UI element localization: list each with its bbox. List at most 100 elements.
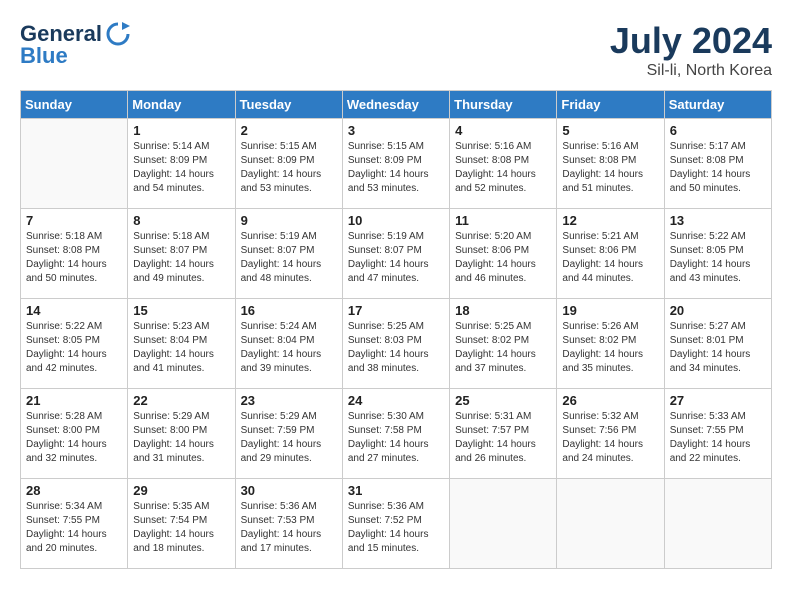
day-info: Sunrise: 5:18 AM Sunset: 8:08 PM Dayligh… <box>26 230 122 286</box>
day-number: 9 <box>241 213 337 228</box>
weekday-header: Thursday <box>450 91 557 119</box>
calendar-week-row: 21Sunrise: 5:28 AM Sunset: 8:00 PM Dayli… <box>21 389 772 479</box>
day-info: Sunrise: 5:32 AM Sunset: 7:56 PM Dayligh… <box>562 410 658 466</box>
day-number: 24 <box>348 393 444 408</box>
page-header: General Blue July 2024 Sil-li, North Kor… <box>20 20 772 80</box>
calendar-day-cell: 11 Sunrise: 5:20 AM Sunset: 8:06 PM Dayli… <box>450 209 557 299</box>
weekday-header: Tuesday <box>235 91 342 119</box>
calendar-day-cell: 5Sunrise: 5:16 AM Sunset: 8:08 PM Daylig… <box>557 119 664 209</box>
day-number: 1 <box>133 123 229 138</box>
calendar-day-cell: 21Sunrise: 5:28 AM Sunset: 8:00 PM Dayli… <box>21 389 128 479</box>
day-number: 16 <box>241 303 337 318</box>
day-number: 14 <box>26 303 122 318</box>
day-number: 10 <box>348 213 444 228</box>
calendar-day-cell: 16 Sunrise: 5:24 AM Sunset: 8:04 PM Dayli… <box>235 299 342 389</box>
day-number: 5 <box>562 123 658 138</box>
logo: General Blue <box>20 20 132 68</box>
day-number: 31 <box>348 483 444 498</box>
day-number: 21 <box>26 393 122 408</box>
day-info: Sunrise: 5:29 AM Sunset: 8:00 PM Dayligh… <box>133 410 229 466</box>
calendar-day-cell <box>450 479 557 569</box>
day-info: Sunrise: 5:18 AM Sunset: 8:07 PM Dayligh… <box>133 230 229 286</box>
calendar-day-cell: 10Sunrise: 5:19 AM Sunset: 8:07 PM Dayli… <box>342 209 449 299</box>
day-info: Sunrise: 5:24 AM Sunset: 8:04 PM Dayligh… <box>241 320 337 376</box>
calendar-day-cell: 23Sunrise: 5:29 AM Sunset: 7:59 PM Dayli… <box>235 389 342 479</box>
day-info: Sunrise: 5:19 AM Sunset: 8:07 PM Dayligh… <box>241 230 337 286</box>
day-info: Sunrise: 5:26 AM Sunset: 8:02 PM Dayligh… <box>562 320 658 376</box>
day-info: Sunrise: 5:30 AM Sunset: 7:58 PM Dayligh… <box>348 410 444 466</box>
weekday-header: Monday <box>128 91 235 119</box>
weekday-header: Wednesday <box>342 91 449 119</box>
day-info: Sunrise: 5:15 AM Sunset: 8:09 PM Dayligh… <box>241 140 337 196</box>
day-number: 7 <box>26 213 122 228</box>
calendar-day-cell: 18 Sunrise: 5:25 AM Sunset: 8:02 PM Dayli… <box>450 299 557 389</box>
day-number: 3 <box>348 123 444 138</box>
day-info: Sunrise: 5:16 AM Sunset: 8:08 PM Dayligh… <box>455 140 551 196</box>
calendar-day-cell: 15 Sunrise: 5:23 AM Sunset: 8:04 PM Dayli… <box>128 299 235 389</box>
day-number: 18 <box>455 303 551 318</box>
calendar-day-cell <box>21 119 128 209</box>
calendar-day-cell: 4Sunrise: 5:16 AM Sunset: 8:08 PM Daylig… <box>450 119 557 209</box>
day-number: 19 <box>562 303 658 318</box>
calendar-day-cell: 19 Sunrise: 5:26 AM Sunset: 8:02 PM Dayli… <box>557 299 664 389</box>
day-number: 8 <box>133 213 229 228</box>
calendar-day-cell <box>664 479 771 569</box>
day-info: Sunrise: 5:27 AM Sunset: 8:01 PM Dayligh… <box>670 320 766 376</box>
calendar-header-row: SundayMondayTuesdayWednesdayThursdayFrid… <box>21 91 772 119</box>
title-block: July 2024 Sil-li, North Korea <box>610 20 772 80</box>
day-info: Sunrise: 5:35 AM Sunset: 7:54 PM Dayligh… <box>133 500 229 556</box>
day-number: 29 <box>133 483 229 498</box>
day-number: 22 <box>133 393 229 408</box>
calendar-week-row: 1 Sunrise: 5:14 AM Sunset: 8:09 PM Daylig… <box>21 119 772 209</box>
day-number: 17 <box>348 303 444 318</box>
calendar-day-cell: 30 Sunrise: 5:36 AM Sunset: 7:53 PM Dayli… <box>235 479 342 569</box>
day-number: 27 <box>670 393 766 408</box>
day-number: 28 <box>26 483 122 498</box>
day-number: 2 <box>241 123 337 138</box>
weekday-header: Sunday <box>21 91 128 119</box>
day-number: 11 <box>455 213 551 228</box>
calendar-day-cell: 12Sunrise: 5:21 AM Sunset: 8:06 PM Dayli… <box>557 209 664 299</box>
calendar-day-cell: 8 Sunrise: 5:18 AM Sunset: 8:07 PM Daylig… <box>128 209 235 299</box>
day-number: 25 <box>455 393 551 408</box>
day-number: 6 <box>670 123 766 138</box>
calendar-week-row: 7 Sunrise: 5:18 AM Sunset: 8:08 PM Daylig… <box>21 209 772 299</box>
day-info: Sunrise: 5:31 AM Sunset: 7:57 PM Dayligh… <box>455 410 551 466</box>
calendar-day-cell: 9 Sunrise: 5:19 AM Sunset: 8:07 PM Daylig… <box>235 209 342 299</box>
day-number: 26 <box>562 393 658 408</box>
weekday-header: Friday <box>557 91 664 119</box>
calendar-day-cell: 24 Sunrise: 5:30 AM Sunset: 7:58 PM Dayli… <box>342 389 449 479</box>
calendar-day-cell <box>557 479 664 569</box>
day-info: Sunrise: 5:36 AM Sunset: 7:52 PM Dayligh… <box>348 500 444 556</box>
day-info: Sunrise: 5:20 AM Sunset: 8:06 PM Dayligh… <box>455 230 551 286</box>
calendar-day-cell: 31 Sunrise: 5:36 AM Sunset: 7:52 PM Dayli… <box>342 479 449 569</box>
day-info: Sunrise: 5:36 AM Sunset: 7:53 PM Dayligh… <box>241 500 337 556</box>
calendar-body: 1 Sunrise: 5:14 AM Sunset: 8:09 PM Daylig… <box>21 119 772 569</box>
calendar-day-cell: 7 Sunrise: 5:18 AM Sunset: 8:08 PM Daylig… <box>21 209 128 299</box>
calendar-table: SundayMondayTuesdayWednesdayThursdayFrid… <box>20 90 772 569</box>
day-info: Sunrise: 5:29 AM Sunset: 7:59 PM Dayligh… <box>241 410 337 466</box>
month-title: July 2024 <box>610 20 772 62</box>
calendar-day-cell: 26 Sunrise: 5:32 AM Sunset: 7:56 PM Dayli… <box>557 389 664 479</box>
calendar-day-cell: 20 Sunrise: 5:27 AM Sunset: 8:01 PM Dayli… <box>664 299 771 389</box>
calendar-day-cell: 17 Sunrise: 5:25 AM Sunset: 8:03 PM Dayli… <box>342 299 449 389</box>
day-info: Sunrise: 5:23 AM Sunset: 8:04 PM Dayligh… <box>133 320 229 376</box>
calendar-week-row: 28 Sunrise: 5:34 AM Sunset: 7:55 PM Dayli… <box>21 479 772 569</box>
day-number: 15 <box>133 303 229 318</box>
day-number: 13 <box>670 213 766 228</box>
day-info: Sunrise: 5:17 AM Sunset: 8:08 PM Dayligh… <box>670 140 766 196</box>
day-number: 12 <box>562 213 658 228</box>
day-info: Sunrise: 5:25 AM Sunset: 8:02 PM Dayligh… <box>455 320 551 376</box>
calendar-day-cell: 14Sunrise: 5:22 AM Sunset: 8:05 PM Dayli… <box>21 299 128 389</box>
calendar-day-cell: 22 Sunrise: 5:29 AM Sunset: 8:00 PM Dayli… <box>128 389 235 479</box>
day-info: Sunrise: 5:34 AM Sunset: 7:55 PM Dayligh… <box>26 500 122 556</box>
day-info: Sunrise: 5:22 AM Sunset: 8:05 PM Dayligh… <box>670 230 766 286</box>
day-number: 20 <box>670 303 766 318</box>
calendar-day-cell: 27 Sunrise: 5:33 AM Sunset: 7:55 PM Dayli… <box>664 389 771 479</box>
calendar-day-cell: 25 Sunrise: 5:31 AM Sunset: 7:57 PM Dayli… <box>450 389 557 479</box>
day-info: Sunrise: 5:25 AM Sunset: 8:03 PM Dayligh… <box>348 320 444 376</box>
day-info: Sunrise: 5:14 AM Sunset: 8:09 PM Dayligh… <box>133 140 229 196</box>
calendar-day-cell: 3Sunrise: 5:15 AM Sunset: 8:09 PM Daylig… <box>342 119 449 209</box>
day-info: Sunrise: 5:33 AM Sunset: 7:55 PM Dayligh… <box>670 410 766 466</box>
day-number: 30 <box>241 483 337 498</box>
